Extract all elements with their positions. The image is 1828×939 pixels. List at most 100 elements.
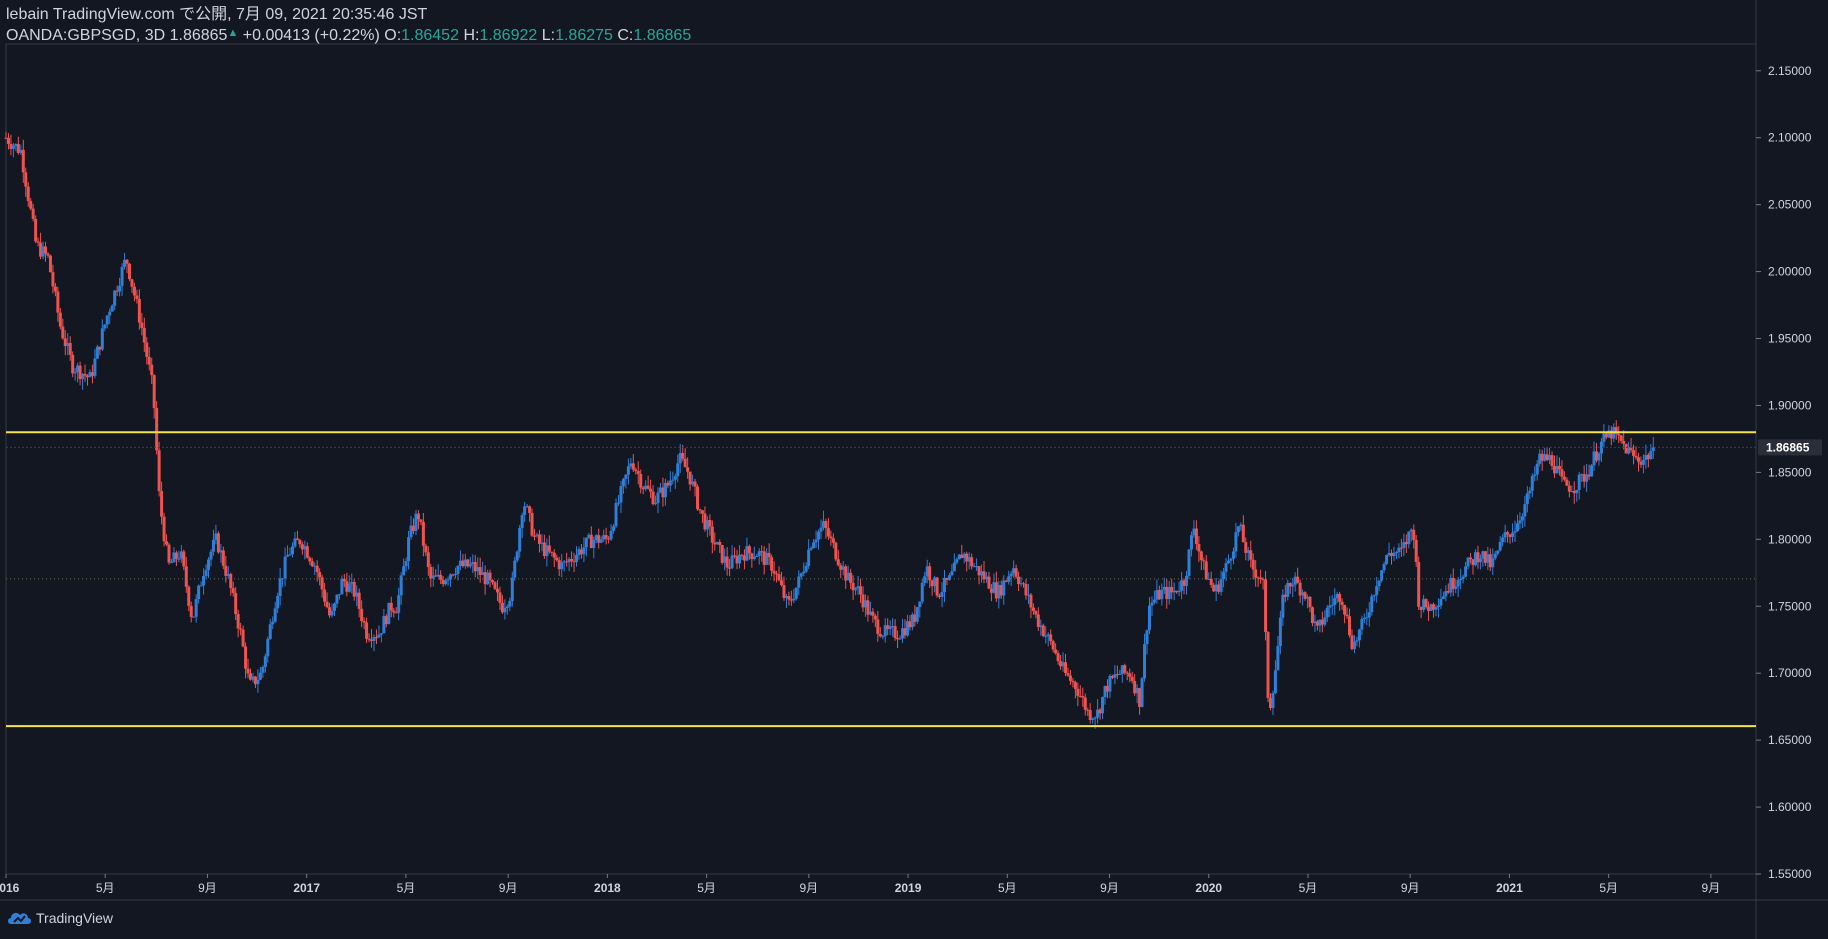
candle-body bbox=[1340, 601, 1344, 605]
candle-body bbox=[1394, 552, 1398, 554]
candle-body bbox=[1014, 568, 1018, 577]
candle-body bbox=[1375, 586, 1379, 596]
tradingview-logo[interactable]: TradingView bbox=[6, 910, 113, 926]
candle-body bbox=[834, 542, 838, 560]
candle-body bbox=[239, 628, 243, 630]
candle-body bbox=[510, 577, 514, 601]
candle-body bbox=[1343, 604, 1347, 615]
candle-body bbox=[1454, 586, 1458, 589]
candle-body bbox=[1068, 675, 1072, 681]
candle-body bbox=[1469, 557, 1473, 560]
candle-body bbox=[876, 619, 880, 634]
candle-body bbox=[528, 506, 532, 513]
candle-body bbox=[950, 571, 954, 576]
candle-body bbox=[58, 312, 62, 327]
candle-body bbox=[1083, 697, 1087, 710]
candle-body bbox=[236, 614, 240, 629]
y-tick-label: 1.65000 bbox=[1768, 733, 1812, 747]
x-tick-label: 5月 bbox=[96, 881, 115, 895]
candle-body bbox=[1632, 450, 1636, 456]
candle-body bbox=[1518, 520, 1522, 524]
candle-body bbox=[1567, 485, 1571, 492]
candle-body bbox=[1296, 576, 1300, 583]
x-tick-label: 5月 bbox=[397, 881, 416, 895]
candle-body bbox=[1412, 529, 1416, 541]
candle-body bbox=[1202, 560, 1206, 562]
candle-body bbox=[6, 137, 10, 145]
candle-body bbox=[444, 580, 448, 585]
candle-body bbox=[518, 527, 522, 552]
candle-body bbox=[520, 515, 524, 528]
candle-body bbox=[626, 466, 630, 475]
candle-body bbox=[330, 610, 334, 616]
candle-body bbox=[71, 354, 75, 374]
candle-body bbox=[105, 315, 109, 325]
candle-body bbox=[1241, 524, 1245, 543]
candle-body bbox=[698, 509, 702, 511]
candle-body bbox=[108, 311, 112, 316]
candle-body bbox=[424, 545, 428, 553]
candle-body bbox=[987, 576, 991, 589]
candle-body bbox=[646, 485, 650, 489]
candle-body bbox=[584, 537, 588, 548]
candle-body bbox=[1147, 605, 1151, 631]
candle-body bbox=[508, 600, 512, 607]
candle-body bbox=[1054, 649, 1058, 654]
candle-body bbox=[1066, 672, 1070, 676]
candle-body bbox=[244, 646, 248, 669]
x-tick-label: 2018 bbox=[594, 881, 621, 895]
candle-body bbox=[46, 253, 50, 256]
candle-body bbox=[1649, 451, 1653, 460]
candle-body bbox=[1231, 551, 1235, 559]
candle-body bbox=[533, 535, 537, 537]
candle-body bbox=[310, 561, 314, 567]
y-tick-label: 2.10000 bbox=[1768, 131, 1812, 145]
candle-body bbox=[515, 551, 519, 561]
candle-body bbox=[68, 343, 72, 355]
candle-body bbox=[347, 583, 351, 592]
candle-body bbox=[1550, 455, 1554, 466]
candle-body bbox=[335, 594, 339, 604]
candle-body bbox=[1236, 526, 1240, 533]
candle-body bbox=[614, 503, 618, 527]
candle-body bbox=[1031, 607, 1035, 611]
candle-body bbox=[947, 575, 951, 580]
candle-body bbox=[24, 172, 28, 187]
candle-body bbox=[290, 546, 294, 555]
candle-body bbox=[83, 373, 87, 376]
price-chart[interactable]: 2.15000 2.10000 2.05000 2.00000 1.95000 1.900… bbox=[0, 0, 1828, 939]
candle-body bbox=[1234, 532, 1238, 552]
candle-body bbox=[1439, 598, 1443, 606]
candle-body bbox=[555, 557, 559, 561]
candle-body bbox=[824, 521, 828, 529]
candle-body bbox=[802, 571, 806, 574]
candle-body bbox=[1276, 645, 1280, 671]
candle-body bbox=[767, 552, 771, 558]
candle-body bbox=[498, 592, 502, 603]
x-tick-label: 9月 bbox=[799, 881, 818, 895]
candle-body bbox=[604, 535, 608, 539]
candle-body bbox=[1029, 594, 1033, 608]
candle-body bbox=[1229, 558, 1233, 561]
candle-body bbox=[1227, 560, 1231, 564]
candle-body bbox=[402, 566, 406, 576]
candle-body bbox=[915, 606, 919, 622]
candle-body bbox=[216, 533, 220, 553]
y-tick-label: 1.60000 bbox=[1768, 800, 1812, 814]
candle-body bbox=[804, 565, 808, 572]
candle-body bbox=[1323, 617, 1327, 625]
candle-body bbox=[668, 480, 672, 486]
candle-body bbox=[207, 559, 211, 571]
cloud-logo-icon bbox=[8, 912, 31, 924]
candle-body bbox=[130, 279, 134, 287]
candle-body bbox=[397, 595, 401, 613]
y-tick-label: 1.95000 bbox=[1768, 332, 1812, 346]
candle-body bbox=[1530, 475, 1534, 491]
candle-body bbox=[683, 458, 687, 468]
candle-body bbox=[1051, 641, 1055, 650]
candle-body bbox=[970, 557, 974, 567]
x-tick-label: 5月 bbox=[697, 881, 716, 895]
candle-body bbox=[337, 594, 341, 596]
candle-body bbox=[1273, 670, 1277, 694]
x-tick-label: 9月 bbox=[198, 881, 217, 895]
